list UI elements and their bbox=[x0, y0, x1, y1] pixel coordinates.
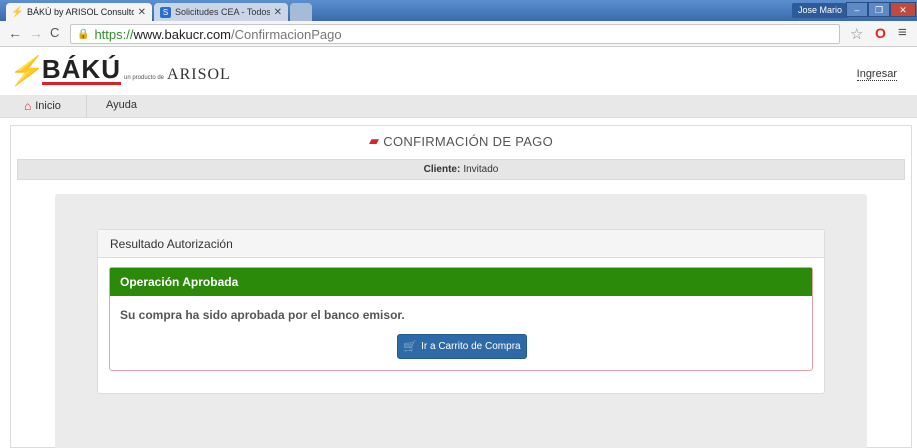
page-title-text: CONFIRMACIÓN DE PAGO bbox=[383, 133, 554, 149]
client-bar: Cliente: Invitado bbox=[17, 159, 905, 180]
bolt-icon: ⚡ bbox=[11, 6, 24, 18]
shopping-cart-icon: 🛒 bbox=[403, 341, 418, 353]
lock-icon: 🔒 bbox=[77, 28, 90, 40]
page-title: ▰ CONFIRMACIÓN DE PAGO bbox=[11, 126, 911, 156]
client-value: Invitado bbox=[463, 164, 499, 175]
tab-title: Solicitudes CEA - Todos lo bbox=[175, 7, 270, 17]
status-title: Operación Aprobada bbox=[110, 268, 812, 296]
bolt-icon: ⚡ bbox=[7, 55, 48, 86]
minimize-button[interactable]: – bbox=[846, 2, 868, 17]
logo-sub: un producto de bbox=[123, 75, 165, 81]
result-panel: Resultado Autorización Operación Aprobad… bbox=[97, 229, 825, 394]
sharepoint-icon: S bbox=[160, 6, 171, 18]
home-icon: ⌂ bbox=[24, 99, 32, 113]
profile-button[interactable]: Jose Mario bbox=[792, 3, 849, 18]
tab-solicitudes[interactable]: S Solicitudes CEA - Todos lo ✕ bbox=[154, 3, 288, 21]
go-to-cart-label: Ir a Carrito de Compra bbox=[421, 341, 521, 352]
browser-titlebar: ⚡ BÁKÚ by ARISOL Consulto ✕ S Solicitude… bbox=[0, 0, 917, 21]
status-message: Su compra ha sido aprobada por el banco … bbox=[120, 308, 405, 322]
client-label: Cliente: bbox=[423, 164, 461, 175]
maximize-button[interactable]: ❐ bbox=[868, 2, 890, 17]
logo-brand: ARISOL bbox=[167, 66, 231, 83]
menu-icon[interactable]: ≡ bbox=[898, 24, 907, 41]
payment-panel: ▰ CONFIRMACIÓN DE PAGO Cliente: Invitado… bbox=[10, 125, 912, 448]
content-wrapper: Resultado Autorización Operación Aprobad… bbox=[55, 194, 867, 448]
logo-text: BÁKÚ bbox=[41, 54, 121, 85]
close-tab-icon[interactable]: ✕ bbox=[138, 7, 146, 18]
result-panel-title: Resultado Autorización bbox=[98, 230, 824, 258]
logo[interactable]: ⚡ BÁKÚ un producto de ARISOL bbox=[7, 54, 231, 86]
close-window-button[interactable]: ✕ bbox=[890, 2, 916, 17]
go-to-cart-button[interactable]: 🛒 Ir a Carrito de Compra bbox=[397, 334, 527, 359]
address-bar[interactable]: 🔒 https:// www.bakucr.com /ConfirmacionP… bbox=[70, 24, 840, 44]
new-tab-button[interactable] bbox=[290, 3, 312, 21]
forward-icon[interactable]: → bbox=[29, 25, 43, 41]
approval-alert: Operación Aprobada Su compra ha sido apr… bbox=[109, 267, 813, 371]
back-icon[interactable]: ← bbox=[8, 25, 22, 41]
nav-divider bbox=[86, 95, 87, 118]
reload-icon[interactable]: C bbox=[50, 25, 59, 40]
nav-item-label: Inicio bbox=[35, 100, 61, 112]
opera-icon[interactable]: O bbox=[875, 25, 886, 41]
url-path: /ConfirmacionPago bbox=[231, 26, 342, 42]
bookmark-star-icon[interactable]: ☆ bbox=[850, 25, 863, 43]
url-scheme: https:// bbox=[94, 26, 134, 42]
url-host: www.bakucr.com bbox=[133, 26, 232, 42]
site-header: ⚡ BÁKÚ un producto de ARISOL Ingresar bbox=[0, 48, 917, 95]
close-tab-icon[interactable]: ✕ bbox=[274, 7, 282, 18]
nav-item-ayuda[interactable]: Ayuda bbox=[106, 99, 137, 111]
main-nav: ⌂ Inicio Ayuda bbox=[0, 95, 917, 118]
tab-title: BÁKÚ by ARISOL Consulto bbox=[27, 7, 134, 17]
nav-item-label: Ayuda bbox=[106, 99, 137, 111]
tab-baku[interactable]: ⚡ BÁKÚ by ARISOL Consulto ✕ bbox=[6, 3, 152, 21]
browser-toolbar: ← → C 🔒 https:// www.bakucr.com /Confirm… bbox=[0, 21, 917, 47]
login-link[interactable]: Ingresar bbox=[856, 68, 897, 81]
credit-card-icon: ▰ bbox=[368, 133, 380, 148]
nav-item-inicio[interactable]: ⌂ Inicio bbox=[24, 99, 61, 113]
